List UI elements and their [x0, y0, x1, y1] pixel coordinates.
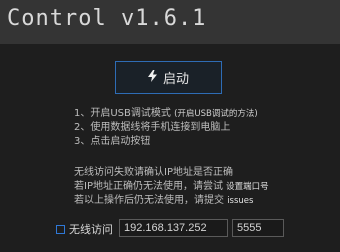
instruction-step-1-text: 1、开启USB调试模式 [74, 108, 171, 119]
instruction-step-1: 1、开启USB调试模式 (开启USB调试的方法) [74, 107, 258, 121]
usb-debug-help-link[interactable]: (开启USB调试的方法) [174, 109, 258, 119]
note-line-3-text: 若以上操作后仍无法使用，请提交 [74, 195, 224, 206]
note-line-2: 若IP地址正确仍无法使用，请尝试 设置端口号 [74, 180, 269, 194]
app-title: Control v1.6.1 [7, 6, 207, 31]
title-bar: Control v1.6.1 [0, 0, 340, 44]
issues-link[interactable]: issues [227, 196, 253, 206]
wireless-notes: 无线访问失败请确认IP地址是否正确 若IP地址正确仍无法使用，请尝试 设置端口号… [74, 166, 269, 208]
wireless-toggle[interactable]: 无线访问 [56, 220, 113, 238]
wireless-label: 无线访问 [69, 223, 113, 236]
instruction-step-3: 3、点击启动按钮 [74, 136, 151, 147]
bolt-icon [147, 70, 157, 85]
note-line-3: 若以上操作后仍无法使用，请提交 issues [74, 194, 269, 208]
usb-instructions: 1、开启USB调试模式 (开启USB调试的方法) 2、使用数据线将手机连接到电脑… [74, 107, 258, 149]
wireless-checkbox[interactable] [56, 224, 65, 234]
note-line-2-text: 若IP地址正确仍无法使用，请尝试 [74, 181, 223, 192]
start-button[interactable]: 启动 [115, 61, 222, 94]
note-line-1: 无线访问失败请确认IP地址是否正确 [74, 167, 233, 178]
instruction-step-2: 2、使用数据线将手机连接到电脑上 [74, 122, 231, 133]
port-input[interactable] [232, 219, 284, 237]
ip-address-input[interactable] [119, 219, 228, 237]
set-port-link[interactable]: 设置端口号 [226, 182, 269, 192]
start-button-label: 启动 [162, 72, 189, 87]
